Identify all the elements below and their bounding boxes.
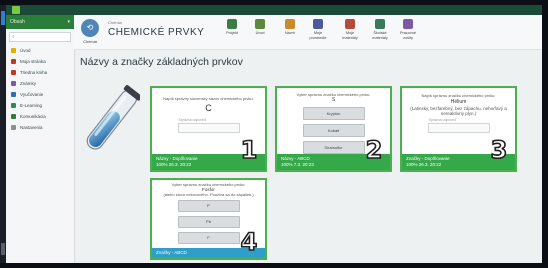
- workbook-icon: [403, 19, 413, 29]
- sidebar-item-label: Moja stránka: [20, 59, 46, 64]
- answer-input[interactable]: Správna odpoveď: [427, 118, 490, 133]
- sidebar-item[interactable]: E-Learning: [6, 100, 74, 111]
- star-icon: [11, 48, 16, 54]
- toolbar-button-label: Pracovné zošity: [399, 31, 417, 40]
- school-icon: [375, 19, 385, 29]
- book-icon: [11, 70, 16, 76]
- sidebar-item[interactable]: Vyučovanie: [6, 89, 74, 100]
- toolbar-button[interactable]: Moje prostredie: [306, 19, 330, 40]
- teaching-icon: [11, 92, 16, 98]
- toolbar-button-label: Úvod: [255, 31, 265, 35]
- card-number: 3: [490, 136, 508, 164]
- sidebar-menu: Úvod Moja stránka Triedna kniha Známky Vyučo…: [6, 45, 74, 133]
- toolbar-button[interactable]: Úvod: [248, 19, 272, 36]
- toolbar-button-label: Moje materiály: [342, 31, 358, 40]
- option-button[interactable]: Kryptón: [302, 107, 365, 120]
- sidebar-dropdown-label: Obsah: [10, 19, 25, 25]
- sidebar-item[interactable]: Komunikácia: [6, 111, 74, 122]
- person-icon: [227, 19, 237, 29]
- exercise-card-3[interactable]: Napíš správnu značku chemického prvku: H…: [400, 86, 517, 172]
- toolbar-button[interactable]: Návrh: [278, 19, 302, 36]
- settings-icon: [11, 125, 16, 131]
- sidebar-item-label: E-Learning: [20, 103, 43, 108]
- option-button[interactable]: F: [177, 232, 240, 244]
- answer-input-label: Správna odpoveď: [178, 118, 207, 122]
- toolbar-button-label: Návrh: [284, 31, 296, 35]
- card-symbol: S: [331, 97, 336, 103]
- module-header: ⟲ Chémia Chémia CHEMICKÉ PRVKY Projekt Úv…: [74, 15, 542, 50]
- card-note: (alebo slovo nekovového. Používa sa do z…: [163, 192, 254, 197]
- toolbar-button-label: Projekt: [226, 31, 238, 35]
- host-taskbar-icon-2[interactable]: [1, 243, 5, 255]
- card-number: 2: [365, 136, 383, 164]
- answer-input-label: Správna odpoveď: [428, 118, 457, 122]
- app-topbar: [6, 5, 542, 15]
- toolbar-button-label: Moje prostredie: [309, 31, 327, 40]
- toolbar-button[interactable]: Moje materiály: [338, 19, 362, 40]
- sidebar-item[interactable]: Triedna kniha: [6, 67, 74, 78]
- sidebar-item[interactable]: Známky: [6, 78, 74, 89]
- chevron-down-icon: ▾: [67, 19, 70, 25]
- sidebar-item-label: Úvod: [20, 48, 31, 53]
- materials-icon: [345, 19, 355, 29]
- answer-input[interactable]: Správna odpoveď: [177, 118, 240, 133]
- search-icon: ⌕: [12, 34, 15, 40]
- people-icon: [255, 19, 265, 29]
- grades-icon: [11, 81, 16, 87]
- toolbar-button[interactable]: Školské materiály: [368, 19, 392, 40]
- sidebar-dropdown[interactable]: Obsah ▾: [6, 15, 74, 29]
- app-icon[interactable]: [12, 6, 20, 14]
- test-tube-illustration: [86, 85, 140, 150]
- sidebar-item[interactable]: Moja stránka: [6, 56, 74, 67]
- folder-icon: [285, 19, 295, 29]
- host-taskbar-icon[interactable]: [1, 11, 5, 25]
- main-content: Názvy a značky základných prvkov Napíš s…: [74, 50, 542, 263]
- option-button[interactable]: Pb: [177, 216, 240, 228]
- option-button[interactable]: P: [177, 200, 240, 212]
- sidebar-item-label: Triedna kniha: [20, 70, 48, 75]
- chat-icon: [11, 114, 16, 120]
- page-title: Názvy a značky základných prvkov: [80, 56, 243, 68]
- home-icon: [11, 59, 16, 65]
- module-logo-caption: Chémia: [83, 39, 97, 44]
- card-number: 1: [240, 136, 258, 164]
- module-title: CHEMICKÉ PRVKY: [108, 27, 205, 38]
- card-note: (Latinsky, bezfarebný, bez zápachu, neho…: [410, 106, 507, 116]
- module-subtitle: Chémia: [108, 20, 122, 25]
- card-question: Napíš správnu značku chemického prvku:: [421, 93, 496, 98]
- exercise-card-4[interactable]: Vyber správnu značku chemického prvku: F…: [150, 178, 267, 260]
- sidebar-search-input[interactable]: ⌕: [9, 32, 71, 42]
- sidebar-item-label: Nastavenia: [20, 125, 43, 130]
- sidebar-item-label: Komunikácia: [20, 114, 46, 119]
- module-logo-icon[interactable]: ⟲: [81, 19, 99, 37]
- elearning-icon: [11, 103, 16, 109]
- toolbar-button[interactable]: Projekt: [220, 19, 244, 36]
- sidebar-item-label: Známky: [20, 81, 37, 86]
- option-button[interactable]: Kobalt: [302, 124, 365, 137]
- sidebar-item[interactable]: Nastavenia: [6, 122, 74, 133]
- card-symbol: C: [205, 103, 212, 113]
- option-button[interactable]: Síra/sulfur: [302, 141, 365, 154]
- exercise-card-1[interactable]: Napíš správny slovenský názov chemického…: [150, 86, 267, 172]
- user-icon: [313, 19, 323, 29]
- sidebar-item[interactable]: Úvod: [6, 45, 74, 56]
- sidebar: Obsah ▾ ⌕ Úvod Moja stránka Triedna kniha Z…: [6, 15, 75, 263]
- exercise-card-2[interactable]: Vyber správnu značku chemického prvku: S…: [275, 86, 392, 172]
- toolbar-button[interactable]: Pracovné zošity: [396, 19, 420, 40]
- toolbar-button-label: Školské materiály: [372, 31, 388, 40]
- sidebar-item-label: Vyučovanie: [20, 92, 44, 97]
- browser-viewport: Obsah ▾ ⌕ Úvod Moja stránka Triedna kniha Z…: [6, 5, 542, 263]
- card-symbol: Hélium: [450, 99, 467, 105]
- card-number: 4: [240, 228, 258, 256]
- card-question: Napíš správny slovenský názov chemického…: [163, 96, 254, 101]
